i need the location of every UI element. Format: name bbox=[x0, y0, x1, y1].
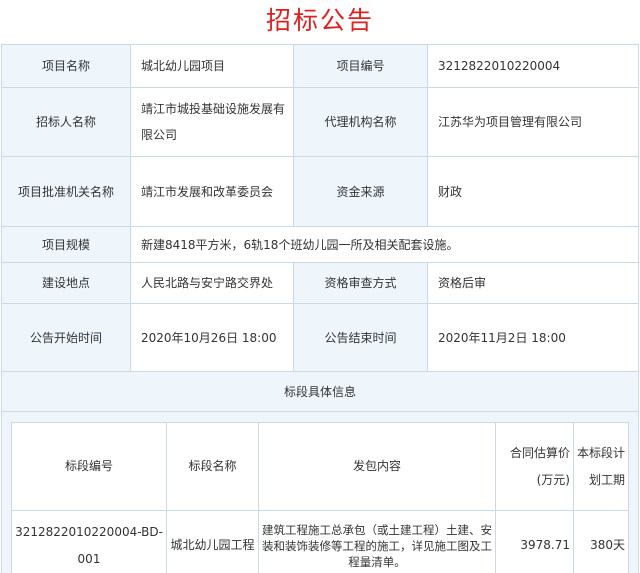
header-package-content: 发包内容 bbox=[258, 422, 496, 511]
estimated-price-cell: 3978.71 bbox=[495, 510, 574, 573]
project-info-table: 项目名称 城北幼儿园项目 项目编号 3212822010220004 招标人名称… bbox=[1, 44, 639, 573]
table-row: 项目规模 新建8418平方米，6轨18个班幼儿园一所及相关配套设施。 bbox=[1, 226, 639, 263]
table-row: 标段具体信息 bbox=[1, 371, 639, 412]
announcement-page: 招标公告 项目名称 城北幼儿园项目 项目编号 3212822010220004 … bbox=[0, 0, 640, 573]
location-value: 人民北路与安宁路交界处 bbox=[130, 262, 294, 304]
location-label: 建设地点 bbox=[1, 262, 131, 304]
tenderer-value: 靖江市城投基础设施发展有限公司 bbox=[130, 87, 294, 157]
end-time-value: 2020年11月2日 18:00 bbox=[427, 303, 639, 372]
project-name-value: 城北幼儿园项目 bbox=[130, 44, 294, 88]
header-section-name: 标段名称 bbox=[166, 422, 259, 511]
project-code-label: 项目编号 bbox=[293, 44, 428, 88]
end-time-label: 公告结束时间 bbox=[293, 303, 428, 372]
planned-period-cell: 380天 bbox=[573, 510, 629, 573]
project-name-label: 项目名称 bbox=[1, 44, 131, 88]
fund-source-value: 财政 bbox=[427, 156, 639, 227]
review-method-label: 资格审查方式 bbox=[293, 262, 428, 304]
table-row: 项目批准机关名称 靖江市发展和改革委员会 资金来源 财政 bbox=[1, 156, 639, 227]
project-code-value: 3212822010220004 bbox=[427, 44, 639, 88]
section-name-cell: 城北幼儿园工程 bbox=[166, 510, 259, 573]
project-scale-value: 新建8418平方米，6轨18个班幼儿园一所及相关配套设施。 bbox=[130, 226, 639, 263]
page-title: 招标公告 bbox=[265, 6, 374, 35]
bid-section-container: 标段编号 标段名称 发包内容 合同估算价(万元) 本标段计划工期 3212822… bbox=[1, 411, 639, 573]
section-code-cell: 3212822010220004-BD-001 bbox=[11, 510, 167, 573]
review-method-value: 资格后审 bbox=[427, 262, 639, 304]
table-row: 标段编号 标段名称 发包内容 合同估算价(万元) 本标段计划工期 3212822… bbox=[1, 411, 639, 573]
table-row: 3212822010220004-BD-001 城北幼儿园工程 建筑工程施工总承… bbox=[11, 510, 629, 573]
approval-authority-value: 靖江市发展和改革委员会 bbox=[130, 156, 294, 227]
approval-authority-label: 项目批准机关名称 bbox=[1, 156, 131, 227]
tenderer-label: 招标人名称 bbox=[1, 87, 131, 157]
bid-section-table: 标段编号 标段名称 发包内容 合同估算价(万元) 本标段计划工期 3212822… bbox=[11, 422, 629, 573]
header-planned-period: 本标段计划工期 bbox=[573, 422, 629, 511]
start-time-label: 公告开始时间 bbox=[1, 303, 131, 372]
section-title: 标段具体信息 bbox=[1, 371, 639, 412]
start-time-value: 2020年10月26日 18:00 bbox=[130, 303, 294, 372]
table-row: 公告开始时间 2020年10月26日 18:00 公告结束时间 2020年11月… bbox=[1, 303, 639, 372]
header-section-code: 标段编号 bbox=[11, 422, 167, 511]
table-row: 标段编号 标段名称 发包内容 合同估算价(万元) 本标段计划工期 bbox=[11, 422, 629, 511]
header-estimated-price: 合同估算价(万元) bbox=[495, 422, 574, 511]
table-row: 项目名称 城北幼儿园项目 项目编号 3212822010220004 bbox=[1, 44, 639, 88]
table-row: 建设地点 人民北路与安宁路交界处 资格审查方式 资格后审 bbox=[1, 262, 639, 304]
package-content-cell: 建筑工程施工总承包（或土建工程）土建、安装和装饰装修等工程的施工，详见施工图及工… bbox=[258, 510, 496, 573]
fund-source-label: 资金来源 bbox=[293, 156, 428, 227]
table-row: 招标人名称 靖江市城投基础设施发展有限公司 代理机构名称 江苏华为项目管理有限公… bbox=[1, 87, 639, 157]
project-scale-label: 项目规模 bbox=[1, 226, 131, 263]
agency-value: 江苏华为项目管理有限公司 bbox=[427, 87, 639, 157]
agency-label: 代理机构名称 bbox=[293, 87, 428, 157]
